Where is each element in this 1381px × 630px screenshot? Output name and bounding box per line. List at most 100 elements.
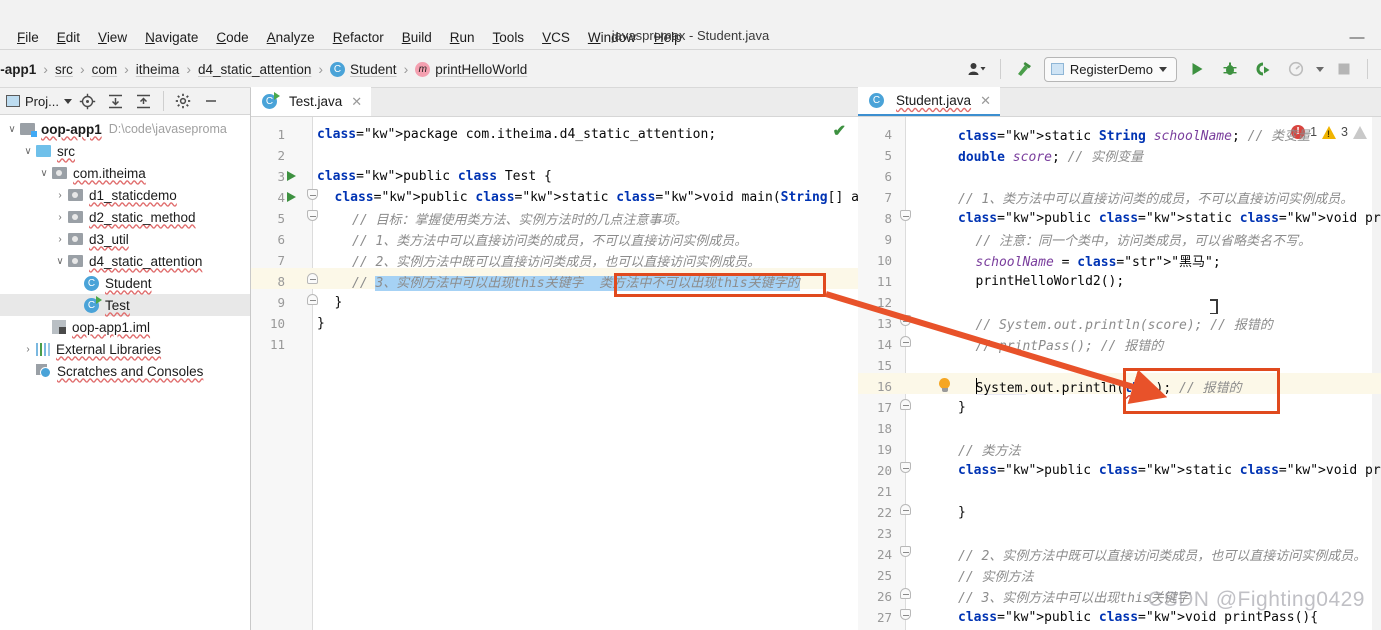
code-line[interactable]: 10 schoolName = class="str">"黑马"; — [858, 250, 1381, 271]
code-line[interactable]: 12 — [858, 292, 1381, 313]
code-line[interactable]: 16 System.out.println(this); // 报错的 — [858, 376, 1381, 397]
fold-marker-icon[interactable] — [900, 546, 911, 557]
expand-arrow-icon[interactable]: › — [52, 190, 68, 201]
profiler-dropdown-chevron-down-icon[interactable] — [1316, 66, 1324, 72]
menu-item-code[interactable]: Code — [207, 27, 257, 49]
expand-all-icon[interactable] — [104, 90, 128, 112]
code-line[interactable]: 9} — [251, 292, 858, 313]
fold-marker-icon[interactable] — [900, 504, 911, 515]
fold-marker-icon[interactable] — [307, 210, 318, 221]
expand-arrow-icon[interactable]: › — [52, 234, 68, 245]
menu-item-tools[interactable]: Tools — [484, 27, 534, 49]
tree-item-d2-static-method[interactable]: › d2_static_method — [0, 206, 250, 228]
code-line[interactable]: 14 // printPass(); // 报错的 — [858, 334, 1381, 355]
fold-marker-icon[interactable] — [307, 189, 318, 200]
code-line[interactable]: 18 — [858, 418, 1381, 439]
project-tree[interactable]: ∨ oop-app1 D:\code\javaseproma ∨ src ∨ com.ith… — [0, 115, 250, 382]
breadcrumb-item-com[interactable]: com — [92, 62, 118, 77]
menu-item-build[interactable]: Build — [393, 27, 441, 49]
fold-marker-icon[interactable] — [900, 462, 911, 473]
code-content-right[interactable]: ! 1 3 4class="kw">static String schoolNa… — [858, 117, 1381, 630]
menu-item-edit[interactable]: Edit — [48, 27, 89, 49]
gear-icon[interactable] — [171, 90, 195, 112]
tree-item-oop-app1-iml[interactable]: oop-app1.iml — [0, 316, 250, 338]
code-line[interactable]: 11 printHelloWorld2(); — [858, 271, 1381, 292]
code-line[interactable]: 25 // 实例方法 — [858, 565, 1381, 586]
code-line[interactable]: 7 // 1、类方法中可以直接访问类的成员，不可以直接访问实例成员。 — [858, 187, 1381, 208]
code-line[interactable]: 8 // 3、实例方法中可以出现this关键字 类方法中不可以出现this关键字的 — [251, 271, 858, 292]
expand-arrow-icon[interactable]: ∨ — [36, 168, 52, 179]
close-icon[interactable]: ✕ — [980, 93, 991, 109]
tab-student-java[interactable]: C Student.java ✕ — [858, 87, 1000, 116]
expand-arrow-icon[interactable]: › — [20, 344, 36, 355]
lightbulb-intention-icon[interactable] — [938, 378, 951, 395]
breadcrumb-item-src[interactable]: src — [55, 62, 73, 77]
debug-bug-icon[interactable] — [1217, 57, 1243, 81]
fold-marker-icon[interactable] — [900, 609, 911, 620]
code-line[interactable]: 2 — [251, 145, 858, 166]
fold-marker-icon[interactable] — [307, 273, 318, 284]
tree-item-scratches-and-consoles[interactable]: Scratches and Consoles — [0, 360, 250, 382]
breadcrumb-item-student[interactable]: C Student — [330, 61, 397, 77]
fold-marker-icon[interactable] — [900, 588, 911, 599]
expand-arrow-icon[interactable]: › — [52, 212, 68, 223]
code-line[interactable]: 5 double score; // 实例变量 — [858, 145, 1381, 166]
run-configuration-selector[interactable]: RegisterDemo — [1043, 56, 1177, 82]
code-line[interactable]: 4 class="kw">static String schoolName; //… — [858, 124, 1381, 145]
tree-item-d4-static-attention[interactable]: ∨ d4_static_attention — [0, 250, 250, 272]
menu-item-view[interactable]: View — [89, 27, 136, 49]
tree-item-com-itheima[interactable]: ∨ com.itheima — [0, 162, 250, 184]
code-line[interactable]: 8 class="kw">public class="kw">static cla… — [858, 208, 1381, 229]
fold-marker-icon[interactable] — [900, 336, 911, 347]
collapse-all-icon[interactable] — [132, 90, 156, 112]
code-line[interactable]: 6 — [858, 166, 1381, 187]
expand-arrow-icon[interactable]: ∨ — [52, 256, 68, 267]
run-arrow-gutter-icon[interactable] — [287, 192, 296, 202]
code-line[interactable]: 1 class="kw">package com.itheima.d4_stati… — [251, 124, 858, 145]
run-arrow-gutter-icon[interactable] — [287, 171, 296, 181]
fold-marker-icon[interactable] — [307, 294, 318, 305]
code-line[interactable]: 22} — [858, 502, 1381, 523]
code-line[interactable]: 9 // 注意：同一个类中，访问类成员，可以省略类名不写。 — [858, 229, 1381, 250]
expand-arrow-icon[interactable]: ∨ — [4, 124, 20, 135]
stop-icon[interactable] — [1331, 57, 1357, 81]
breadcrumb-item-o-app1[interactable]: o-app1 — [0, 62, 36, 77]
code-line[interactable]: 13 // System.out.println(score); // 报错的 — [858, 313, 1381, 334]
code-line[interactable]: 6 // 1、类方法中可以直接访问类的成员，不可以直接访问实例成员。 — [251, 229, 858, 250]
fold-marker-icon[interactable] — [900, 315, 911, 326]
tab-test-java[interactable]: C Test.java ✕ — [251, 87, 372, 116]
menu-item-run[interactable]: Run — [441, 27, 484, 49]
tree-item-d1-staticdemo[interactable]: › d1_staticdemo — [0, 184, 250, 206]
menu-item-window[interactable]: Window — [579, 27, 645, 49]
tree-item-test[interactable]: C Test — [0, 294, 250, 316]
menu-item-vcs[interactable]: VCS — [533, 27, 579, 49]
code-line[interactable]: 5 // 目标：掌握使用类方法、实例方法时的几点注意事项。 — [251, 208, 858, 229]
code-line[interactable]: 27 class="kw">public class="kw">void prin… — [858, 607, 1381, 628]
tree-item-external-libraries[interactable]: › External Libraries — [0, 338, 250, 360]
code-line[interactable]: 10} — [251, 313, 858, 334]
menu-item-refactor[interactable]: Refactor — [324, 27, 393, 49]
code-line[interactable]: 24 // 2、实例方法中既可以直接访问类成员，也可以直接访问实例成员。 — [858, 544, 1381, 565]
code-line[interactable]: 23 — [858, 523, 1381, 544]
menu-item-navigate[interactable]: Navigate — [136, 27, 207, 49]
code-line[interactable]: 3 class="kw">public class Test { — [251, 166, 858, 187]
project-view-selector[interactable]: Proj... — [6, 94, 72, 109]
menu-item-analyze[interactable]: Analyze — [258, 27, 324, 49]
code-line[interactable]: 26 // 3、实例方法中可以出现this关键字 — [858, 586, 1381, 607]
run-with-coverage-icon[interactable] — [1250, 57, 1276, 81]
tree-item-student[interactable]: C Student — [0, 272, 250, 294]
user-dropdown-icon[interactable] — [964, 57, 990, 81]
scroll-from-source-icon[interactable] — [76, 90, 100, 112]
code-line[interactable]: 21 — [858, 481, 1381, 502]
code-line[interactable]: 4 class="kw">public class="kw">static cla… — [251, 187, 858, 208]
code-line[interactable]: 17} — [858, 397, 1381, 418]
profiler-icon[interactable] — [1283, 57, 1309, 81]
menu-bar[interactable]: File Edit View Navigate Code Analyze Refactor B… — [8, 27, 691, 49]
run-play-icon[interactable] — [1184, 57, 1210, 81]
tree-item-d3-util[interactable]: › d3_util — [0, 228, 250, 250]
close-icon[interactable]: ✕ — [351, 94, 362, 110]
minimize-button[interactable]: — — [1347, 28, 1367, 48]
expand-arrow-icon[interactable]: ∨ — [20, 146, 36, 157]
breadcrumb-item-itheima[interactable]: itheima — [136, 62, 180, 77]
breadcrumb[interactable]: o-app1 › src › com › itheima › d4_static_attenti… — [0, 50, 527, 88]
